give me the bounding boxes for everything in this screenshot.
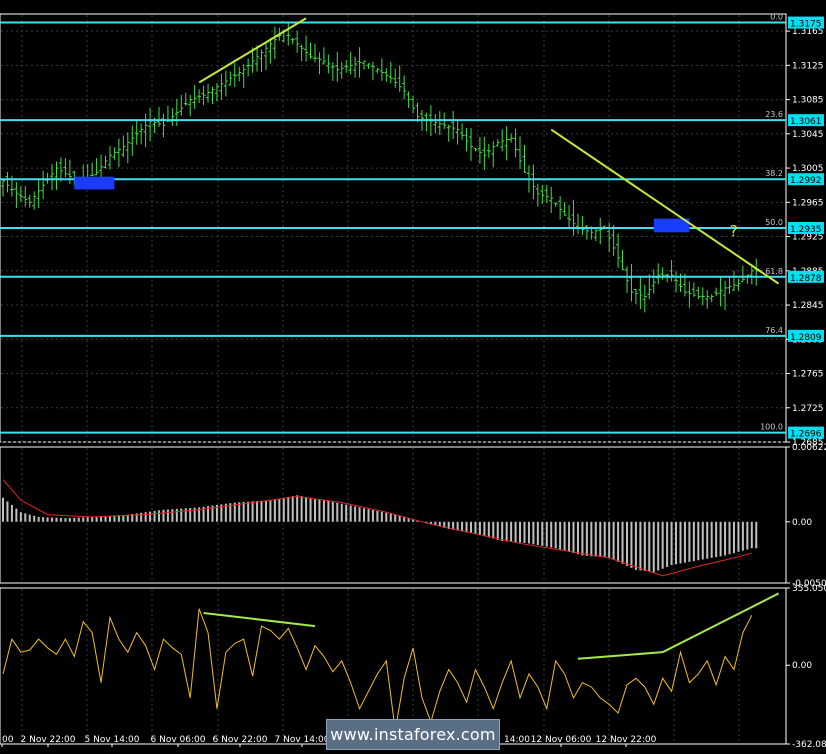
x-axis-label: 12 Nov 06:00 (531, 735, 592, 745)
fib-price-tag: 1.2878 (790, 274, 822, 284)
price-tick-label: 1.3085 (792, 96, 824, 106)
fib-level-pct: 100.0 (760, 423, 783, 432)
x-axis-label: 00 (2, 735, 14, 745)
fib-price-tag: 1.2696 (790, 430, 822, 440)
x-axis-label: 5 Nov 14:00 (85, 735, 140, 745)
fib-level-pct: 23.6 (765, 110, 783, 119)
cci-tick-label: 355.0508 (792, 584, 826, 594)
cci-divergence-line-0 (203, 612, 316, 628)
question-annotation: ? (730, 222, 739, 241)
trend-line-1 (550, 128, 780, 285)
highlight-box-0 (74, 176, 115, 190)
instaforex-watermark[interactable]: www.instaforex.com (326, 719, 500, 750)
x-axis-label: 12 Nov 22:00 (596, 735, 657, 745)
cci-divergence-line-1 (577, 651, 663, 660)
price-tick-label: 1.3125 (792, 61, 824, 71)
forex-chart: 1.3165 1.3125 1.3085 1.3045 1.3005 1.2965 1.29… (0, 0, 826, 750)
fib-price-tag: 1.3175 (790, 20, 822, 30)
cci-tick-label: -362.085 (792, 740, 826, 750)
price-tick-label: 1.2965 (792, 198, 824, 208)
x-axis-label-partial: 14:00 (504, 735, 530, 745)
price-tick-label: 1.3005 (792, 164, 824, 174)
cci-divergence-line-2 (662, 592, 779, 654)
price-tick-label: 1.2725 (792, 404, 824, 414)
fib-level-pct: 61.8 (765, 267, 783, 276)
fib-level-pct: 0.0 (770, 13, 783, 22)
chart-canvas: 1.31651.31251.30851.30451.30051.29651.29… (0, 13, 826, 750)
fib-level-pct: 50.0 (765, 218, 783, 227)
x-axis-label: 6 Nov 22:00 (213, 735, 268, 745)
fib-price-tag: 1.2809 (790, 333, 822, 343)
price-tick-label: 1.2765 (792, 370, 824, 380)
fib-price-tag: 1.2992 (790, 176, 822, 186)
watermark-text: www.instaforex.com (330, 725, 496, 744)
fib-level-pct: 38.2 (765, 169, 783, 178)
x-axis-label: 2 Nov 22:00 (21, 735, 76, 745)
trend-line-0 (198, 17, 307, 84)
fib-level-pct: 76.4 (765, 326, 783, 335)
x-axis-label: 6 Nov 06:00 (151, 735, 206, 745)
macd-tick-label: 0.00622 (792, 443, 826, 453)
cci-line (2, 608, 753, 731)
fib-price-tag: 1.3061 (790, 117, 822, 127)
price-tick-label: 1.2845 (792, 301, 824, 311)
cci-tick-label: 0.00 (792, 661, 812, 671)
fib-price-tag: 1.2935 (790, 225, 822, 235)
price-tick-label: 1.3045 (792, 130, 824, 140)
macd-tick-label: 0.00 (792, 518, 812, 528)
x-axis-label: 7 Nov 14:00 (275, 735, 330, 745)
